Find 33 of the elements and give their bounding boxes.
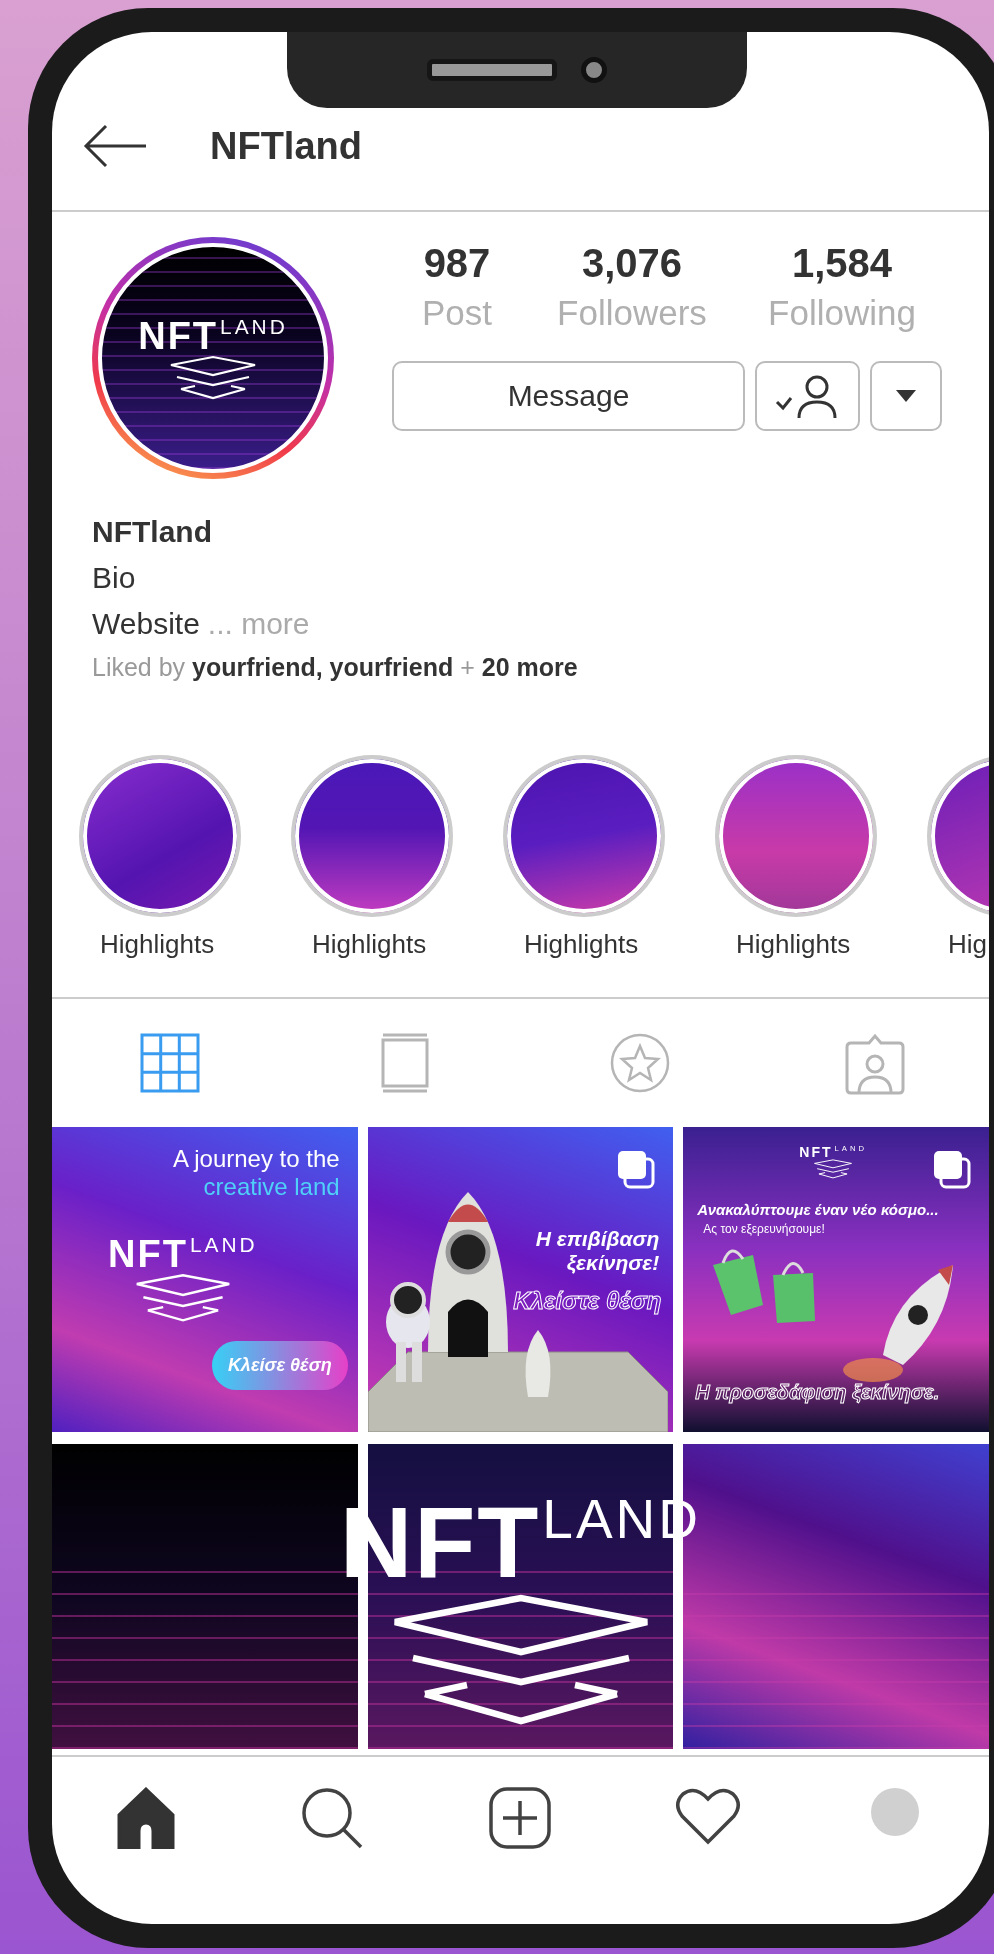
post-headline: Ανακαλύπτουμε έναν νέο κόσμο... — [697, 1201, 939, 1219]
following-button[interactable] — [755, 361, 860, 431]
dropdown-button[interactable] — [870, 361, 942, 431]
stat-label: Followers — [557, 292, 707, 334]
stat-label: Post — [421, 292, 492, 334]
grid-icon — [139, 1033, 200, 1093]
book-seat-badge: Κλείσε θέση — [211, 1341, 348, 1390]
liked-by-text: Liked by yourfriend, yourfriend + 20 more — [92, 652, 579, 683]
square-icon — [379, 1033, 430, 1093]
highlight-label: Highlights — [312, 928, 427, 961]
stat-count: 987 — [423, 240, 491, 287]
highlight-label: Hig — [948, 928, 987, 961]
stat-count: 1,584 — [791, 240, 893, 287]
post-headline: A journey to the — [172, 1145, 340, 1173]
stat-count: 3,076 — [581, 240, 683, 287]
highlight-label: Highlights — [524, 928, 639, 961]
post-headline: Η επιβίβαση ξεκίνησε! — [534, 1227, 660, 1276]
back-button[interactable] — [82, 123, 148, 169]
stat-label: Following — [768, 292, 916, 334]
highlight-label: Highlights — [736, 928, 851, 961]
post-subline: Ας τον εξερευνήσουμε! — [703, 1223, 825, 1237]
tagged-person-icon — [844, 1031, 905, 1095]
post-subline: Κλείστε θέση — [513, 1287, 662, 1315]
highlight-label: Highlights — [100, 928, 215, 961]
post-footer-text: Η προσεδάφιση ξεκίνησε. — [695, 1381, 940, 1404]
caret-icon — [896, 390, 916, 402]
bio-text: Bio — [92, 560, 137, 596]
website-link[interactable]: Website — [92, 601, 200, 647]
message-button[interactable]: Message — [392, 361, 745, 431]
post-accent-text: creative land — [203, 1173, 340, 1201]
profile-name: NFTland — [92, 514, 213, 550]
post-tile[interactable]: Η επιβίβαση ξεκίνησε! Κλείστε θέση — [367, 1127, 674, 1432]
page-title: NFTland — [210, 124, 362, 168]
